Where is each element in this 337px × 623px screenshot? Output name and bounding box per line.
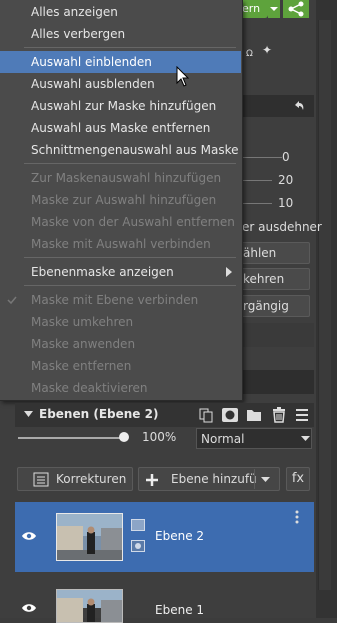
layer-row-ebene-1[interactable]: Ebene 1	[15, 574, 314, 623]
blend-mode-value: Normal	[201, 432, 245, 446]
slider-track[interactable]	[242, 180, 272, 181]
sparkle-icon[interactable]: ✦ Ω	[244, 42, 284, 59]
chevron-down-icon	[301, 436, 310, 441]
opacity-slider[interactable]	[18, 437, 124, 439]
menu-item-add-to-mask-selection: Zur Maskenauswahl hinzufügen	[31, 171, 222, 185]
duplicate-layer-icon[interactable]	[198, 407, 214, 423]
opacity-value: 100%	[142, 430, 177, 444]
menu-item-disable-mask: Maske deaktivieren	[31, 381, 148, 395]
section-header-row	[242, 95, 314, 117]
menu-item-add-selection-to-mask[interactable]: Auswahl zur Maske hinzufügen	[0, 95, 241, 117]
corrections-label: Korrekturen	[56, 472, 127, 486]
menu-item-join-mask-selection: Maske mit Auswahl verbinden	[31, 237, 211, 251]
menu-item-link-mask-layer: Maske mit Ebene verbinden	[31, 293, 199, 307]
chevron-down-icon	[270, 7, 278, 11]
slider-value: 20	[278, 173, 294, 187]
layer-content-icon	[131, 519, 145, 531]
menu-separator	[24, 257, 236, 258]
menu-item-remove-mask-from-selection: Maske von der Auswahl entfernen	[31, 215, 235, 229]
button-divider	[254, 469, 255, 489]
expand-checkbox-label[interactable]: er ausdehner	[242, 220, 322, 234]
select-button[interactable]: ählen	[238, 242, 310, 264]
layer-name: Ebene 2	[155, 529, 205, 543]
add-layer-button[interactable]: Ebene hinzufü	[138, 467, 280, 491]
add-mask-icon[interactable]	[221, 406, 239, 424]
layer-name: Ebene 1	[155, 603, 205, 617]
adjustments-icon	[33, 472, 49, 487]
menu-separator	[24, 163, 236, 164]
add-layer-label: Ebene hinzufü	[171, 472, 257, 486]
menu-item-show-layer-mask[interactable]: Ebenenmaske anzeigen	[0, 261, 241, 283]
mouse-cursor-icon	[176, 66, 190, 87]
submenu-arrow-icon	[226, 267, 232, 277]
menu-item-hide-all[interactable]: Alles verbergen	[0, 23, 241, 45]
menu-item-show-selection[interactable]: Auswahl einblenden	[0, 51, 241, 73]
slider-value: 0	[282, 150, 290, 164]
menu-item-apply-mask: Maske anwenden	[31, 337, 136, 351]
chevron-down-icon[interactable]	[261, 477, 270, 483]
svg-text:✦: ✦	[262, 43, 272, 57]
panel-divider	[242, 323, 314, 347]
top-green-button[interactable]: ern	[240, 0, 268, 18]
menu-item-remove-selection-from-mask[interactable]: Auswahl aus Maske entfernen	[0, 117, 241, 139]
menu-item-intersect-selection[interactable]: Schnittmengenauswahl aus Maske	[0, 139, 241, 161]
eye-icon[interactable]	[21, 530, 37, 542]
dropdown-arrow-button[interactable]	[268, 0, 280, 18]
collapse-triangle-icon[interactable]	[24, 411, 33, 419]
effects-button[interactable]: fx	[286, 467, 310, 491]
menu-item-invert-mask: Maske umkehren	[31, 315, 134, 329]
svg-text:Ω: Ω	[246, 49, 253, 58]
blend-mode-select[interactable]: Normal	[196, 428, 312, 449]
invert-button[interactable]: kehren	[238, 268, 310, 290]
undo-button[interactable]: rgängig	[238, 295, 310, 317]
slider-track[interactable]	[242, 157, 282, 158]
corrections-button[interactable]: Korrekturen	[17, 467, 133, 491]
menu-item-hide-selection[interactable]: Auswahl ausblenden	[0, 73, 241, 95]
slider-value: 10	[278, 196, 294, 210]
slider-track[interactable]	[242, 203, 272, 204]
panel-scrollbar[interactable]	[318, 20, 331, 590]
plus-icon	[146, 474, 158, 486]
share-icon	[288, 1, 304, 17]
menu-separator	[24, 47, 236, 48]
menu-item-delete-mask: Maske entfernen	[31, 359, 132, 373]
layer-row-ebene-2[interactable]: Ebene 2	[15, 502, 314, 572]
more-options-icon[interactable]	[295, 510, 299, 524]
layer-mask-icon[interactable]	[131, 540, 145, 552]
context-menu: Alles anzeigen Alles verbergen Auswahl e…	[0, 0, 243, 401]
opacity-slider-thumb[interactable]	[119, 432, 129, 442]
eye-icon[interactable]	[21, 602, 37, 614]
menu-separator	[24, 285, 236, 286]
trash-icon[interactable]	[271, 406, 287, 424]
menu-item-show-all[interactable]: Alles anzeigen	[0, 1, 241, 23]
undo-icon[interactable]	[292, 99, 306, 113]
menu-item-add-mask-to-selection: Maske zur Auswahl hinzufügen	[31, 193, 217, 207]
layer-thumbnail	[56, 513, 123, 561]
layers-panel-title: Ebenen (Ebene 2)	[39, 407, 159, 421]
layers-panel-header[interactable]: Ebenen (Ebene 2)	[15, 403, 314, 427]
menu-icon[interactable]	[294, 407, 310, 423]
share-button[interactable]	[283, 0, 309, 18]
folder-icon[interactable]	[246, 407, 262, 423]
